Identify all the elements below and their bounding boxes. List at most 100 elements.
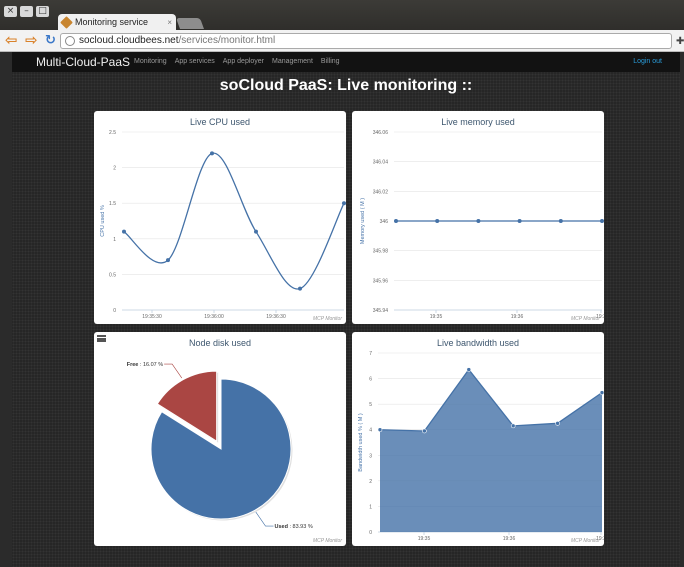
series-area [380, 369, 602, 532]
login-out-link[interactable]: Login out [633, 58, 662, 65]
x-tick-label: 19:36:00 [204, 314, 224, 320]
browser-titlebar: × – □ Monitoring service × [0, 0, 684, 30]
x-tick-label: 19:35 [418, 536, 431, 542]
back-arrow-icon[interactable]: ⇦ [5, 33, 18, 48]
page-info-icon[interactable] [65, 36, 75, 46]
chart-title: Node disk used [189, 338, 251, 348]
pie-label-value: : 16.07 % [138, 362, 163, 368]
data-point [476, 219, 481, 223]
browser-toolbar: ⇦ ⇨ ↻ socloud.cloudbees.net/services/mon… [0, 30, 684, 52]
disk-chart-panel: Node disk used Used : 83.93 % Free : 16.07… [94, 332, 346, 546]
data-point [210, 151, 214, 156]
brand-link[interactable]: Multi-Cloud-PaaS [36, 55, 130, 69]
data-point [600, 219, 604, 223]
url-host: socloud.cloudbees.net [79, 35, 179, 46]
y-tick-label: 0 [113, 308, 116, 314]
disk-chart: Node disk used Used : 83.93 % Free : 16.07… [127, 338, 343, 544]
y-tick-label: 2 [369, 479, 372, 485]
y-tick-label: 346.06 [373, 130, 389, 136]
data-point [422, 428, 427, 434]
window-maximize-icon[interactable]: □ [36, 6, 49, 17]
data-point [510, 423, 516, 429]
nav-item-management[interactable]: Management [272, 58, 313, 65]
url-path: /services/monitor.html [178, 35, 276, 46]
x-tick-label: 19:35 [430, 314, 443, 320]
y-tick-label: 346.02 [373, 189, 389, 195]
chart-credits: MCP Monitor [571, 538, 600, 544]
y-tick-label: 0 [369, 530, 372, 536]
series-line [123, 152, 345, 290]
y-tick-label: 1 [369, 504, 372, 510]
y-tick-label: 2 [113, 166, 116, 172]
pie-label-value: : 83.93 % [288, 524, 313, 530]
browser-window: { "browser": { "window_buttons": ["×", "… [0, 0, 684, 567]
data-point [558, 219, 563, 223]
window-close-icon[interactable]: × [4, 6, 17, 17]
y-tick-label: 7 [369, 351, 372, 357]
pie-label-free: Free : 16.07 % [127, 362, 164, 368]
y-tick-label: 345.96 [373, 278, 389, 284]
data-point [298, 286, 302, 291]
data-point [599, 390, 604, 395]
data-point [254, 229, 258, 234]
chart-title: Live bandwidth used [437, 338, 519, 348]
data-point [435, 219, 440, 223]
chart-menu-icon-bar [97, 337, 106, 340]
cpu-chart: Live CPU used 0 0.5 1 1.5 2 2.5 CPU used % 19:35… [100, 117, 346, 322]
data-point [466, 367, 472, 372]
bandwidth-chart: Live bandwidth used 0 1 2 3 4 5 6 7 Bandwidth use… [358, 338, 604, 544]
x-tick-label: 19:35:30 [142, 314, 162, 320]
y-axis-label: Bandwidth used % ( M ) [358, 413, 364, 472]
chart-credits: MCP Monitor [571, 316, 600, 322]
y-tick-label: 4 [369, 428, 372, 434]
x-tick-label: 19:36:30 [266, 314, 286, 320]
data-point [166, 258, 170, 263]
extension-icon[interactable]: ✚ [676, 36, 684, 47]
forward-arrow-icon[interactable]: ⇨ [25, 33, 38, 48]
top-navbar: Multi-Cloud-PaaS Monitoring App services… [12, 52, 680, 72]
data-point [517, 219, 522, 223]
chart-title: Live CPU used [190, 117, 250, 127]
tab-close-icon[interactable]: × [167, 18, 172, 27]
y-tick-label: 5 [369, 402, 372, 408]
chart-title: Live memory used [441, 117, 515, 127]
data-point [377, 427, 383, 433]
nav-item-app-deployer[interactable]: App deployer [223, 58, 264, 65]
nav-menu: Monitoring App services App deployer Man… [134, 58, 340, 65]
window-minimize-icon[interactable]: – [20, 6, 33, 17]
pie-label-name: Used [274, 524, 287, 530]
browser-tab[interactable]: Monitoring service × [58, 14, 176, 30]
address-bar[interactable]: socloud.cloudbees.net/services/monitor.h… [60, 33, 672, 49]
y-axis-label: Memory used ( M ) [360, 198, 366, 244]
tab-title: Monitoring service [75, 17, 149, 27]
data-point [394, 219, 398, 223]
data-point [122, 229, 126, 234]
memory-chart: Live memory used 345.94 345.96 345.98 346 346… [360, 117, 604, 322]
memory-chart-panel: Live memory used 345.94 345.96 345.98 346 346… [352, 111, 604, 324]
pie-label-connector [255, 511, 274, 527]
pie-label-used: Used : 83.93 % [274, 524, 312, 530]
reload-icon[interactable]: ↻ [45, 33, 56, 48]
pie-label-connector [164, 363, 183, 379]
x-tick-label: 19:36 [503, 536, 516, 542]
data-point [342, 201, 346, 206]
y-tick-label: 345.94 [373, 308, 389, 314]
y-tick-label: 346.04 [373, 160, 389, 166]
new-tab-button[interactable] [175, 18, 205, 29]
y-tick-label: 2.5 [109, 130, 116, 136]
y-tick-label: 0.5 [109, 272, 116, 278]
page-title: soCloud PaaS: Live monitoring :: [219, 77, 473, 94]
y-tick-label: 1 [113, 237, 116, 243]
nav-item-app-services[interactable]: App services [175, 58, 215, 65]
pie-label-name: Free [127, 362, 139, 368]
y-tick-label: 1.5 [109, 201, 116, 207]
y-tick-label: 3 [369, 453, 372, 459]
nav-item-monitoring[interactable]: Monitoring [134, 58, 167, 65]
chart-credits: MCP Monitor [313, 316, 342, 322]
nav-item-billing[interactable]: Billing [321, 58, 340, 65]
data-point [555, 421, 560, 426]
y-tick-label: 346 [380, 219, 389, 225]
y-tick-label: 6 [369, 377, 372, 383]
y-axis-label: CPU used % [100, 205, 106, 237]
chart-credits: MCP Monitor [313, 538, 342, 544]
